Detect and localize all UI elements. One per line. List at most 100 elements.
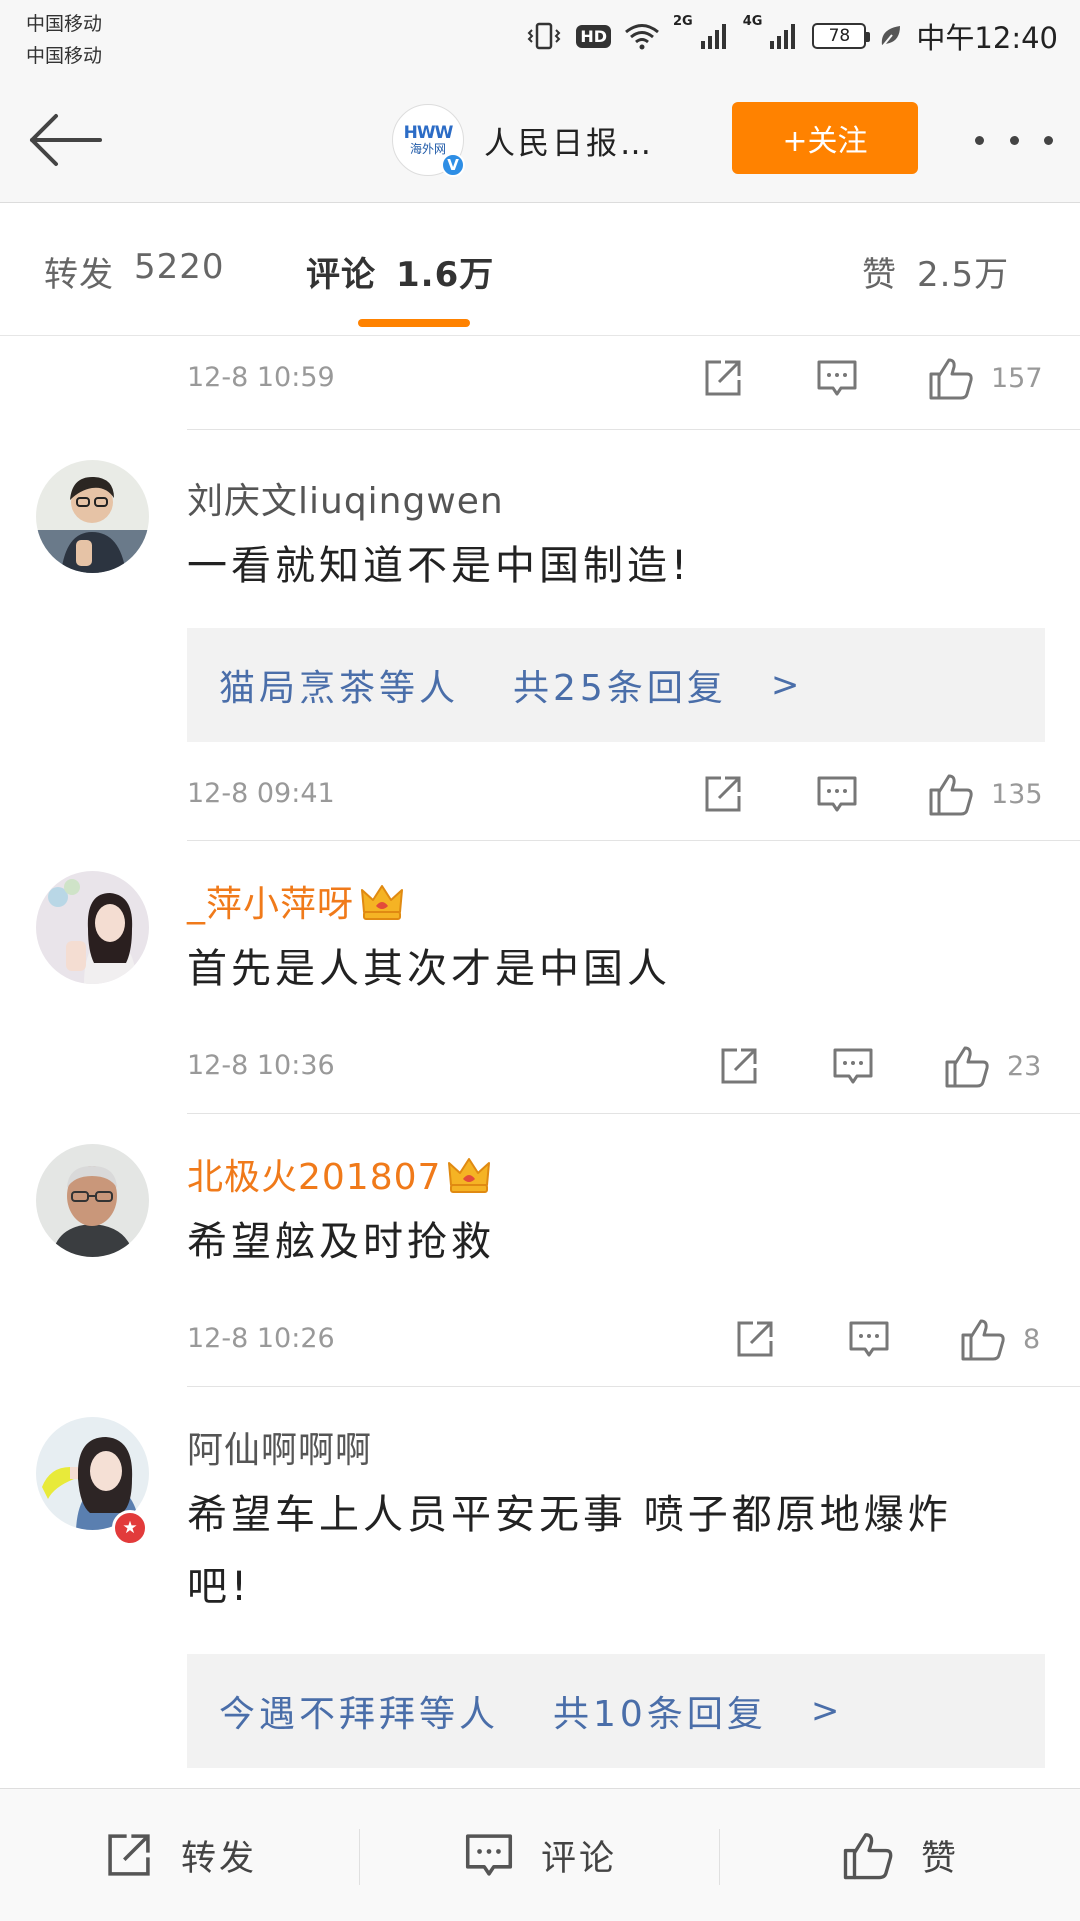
wifi-icon <box>623 21 661 51</box>
comment-button[interactable]: 评论 <box>360 1789 720 1921</box>
tab-repost-label: 转发 <box>44 255 114 295</box>
nav-bar: HWW 海外网 V 人民日报… +关注 <box>0 80 1080 203</box>
comment-time: 12-8 09:41 <box>187 778 335 809</box>
thumbs-up-icon <box>945 1046 989 1088</box>
reply-comment-icon[interactable] <box>815 352 859 404</box>
comment-text: 希望车上人员平安无事 喷子都原地爆炸吧! <box>187 1492 952 1610</box>
vip-crown-icon <box>447 1155 491 1204</box>
carrier-info: 中国移动 中国移动 <box>26 8 102 72</box>
repost-icon <box>108 1834 150 1876</box>
tab-bar: 转发 5220 评论 1.6万 赞 2.5万 <box>0 203 1080 336</box>
repost-comment-icon[interactable] <box>701 352 745 404</box>
follow-button[interactable]: +关注 <box>732 102 918 174</box>
tab-comments-label: 评论 <box>306 255 376 295</box>
like-comment-button[interactable]: 23 <box>943 1040 1041 1092</box>
repost-label: 转发 <box>180 1838 257 1879</box>
reply-comment-icon[interactable] <box>831 1040 875 1092</box>
replies-preview[interactable]: 今遇不拜拜等人 共10条回复 > <box>187 1654 1045 1768</box>
comment-icon <box>465 1834 513 1876</box>
signal-icon-2 <box>768 21 800 51</box>
like-label: 赞 <box>920 1838 959 1879</box>
comment-item: 北极火201807 希望舷及时抢救 12-8 10:26 8 <box>0 1114 1080 1386</box>
replies-count: 共25条回复 <box>513 668 727 709</box>
reply-comment-icon[interactable] <box>847 1313 891 1365</box>
comment-username[interactable]: 阿仙啊啊啊 <box>187 1421 372 1473</box>
tab-comments[interactable]: 评论 1.6万 <box>306 247 494 296</box>
carrier-1: 中国移动 <box>26 13 103 35</box>
status-bar: 中国移动 中国移动 HD 2G 4G 78 中午12:40 <box>0 0 1080 80</box>
account-name: 人民日报… <box>484 125 654 162</box>
tab-likes-count: 2.5万 <box>917 255 1010 295</box>
repost-comment-icon[interactable] <box>701 768 745 820</box>
tab-likes-label: 赞 <box>862 255 897 295</box>
avatar[interactable] <box>36 871 149 984</box>
replies-users: 今遇不拜拜等人 <box>219 1694 500 1735</box>
vip-crown-icon <box>360 882 404 931</box>
bottom-action-bar: 转发 评论 赞 <box>0 1788 1080 1921</box>
avatar[interactable] <box>36 460 149 573</box>
comment-label: 评论 <box>540 1838 617 1879</box>
more-options-icon[interactable] <box>975 120 1053 160</box>
network-2g: 2G <box>672 14 693 29</box>
thumbs-up-icon <box>929 774 973 816</box>
comment-item: _萍小萍呀 首先是人其次才是中国人 12-8 10:36 23 <box>0 841 1080 1113</box>
account-avatar: HWW 海外网 V <box>392 104 465 177</box>
comment-username-text: 北极火201807 <box>187 1157 442 1198</box>
tab-repost[interactable]: 转发 5220 <box>44 247 225 296</box>
comment-username[interactable]: _萍小萍呀 <box>187 875 404 931</box>
repost-comment-icon[interactable] <box>733 1313 777 1365</box>
tab-comments-count: 1.6万 <box>396 255 495 295</box>
chevron-right-icon: > <box>810 1691 840 1731</box>
replies-users: 猫局烹茶等人 <box>219 668 460 709</box>
verified-badge: V <box>441 153 465 177</box>
tab-repost-count: 5220 <box>134 247 225 287</box>
thumbs-up-icon <box>929 358 973 400</box>
battery-icon: 78 <box>812 23 871 49</box>
like-count: 23 <box>1007 1050 1042 1082</box>
like-count: 157 <box>991 362 1043 394</box>
like-comment-button[interactable]: 157 <box>927 352 1043 404</box>
like-count: 135 <box>991 778 1043 810</box>
logo-text: HWW <box>403 123 454 143</box>
back-button[interactable] <box>26 108 106 172</box>
comment-text: 一看就知道不是中国制造! <box>187 543 692 589</box>
leaf-icon <box>878 23 902 49</box>
like-button[interactable]: 赞 <box>720 1789 1080 1921</box>
status-icons: HD 2G 4G 78 中午12:40 <box>524 14 1058 58</box>
like-comment-button[interactable]: 135 <box>927 768 1043 820</box>
carrier-2: 中国移动 <box>26 45 103 67</box>
signal-icon-1 <box>699 21 731 51</box>
replies-count: 共10条回复 <box>553 1694 767 1735</box>
replies-preview[interactable]: 猫局烹茶等人 共25条回复 > <box>187 628 1045 742</box>
network-4g: 4G <box>742 14 763 29</box>
back-arrow-icon <box>30 114 102 166</box>
clock: 中午12:40 <box>916 21 1058 55</box>
comment-text: 希望舷及时抢救 <box>187 1219 495 1265</box>
reply-comment-icon[interactable] <box>815 768 859 820</box>
comment-text: 首先是人其次才是中国人 <box>187 946 671 992</box>
comment-time: 12-8 10:36 <box>187 1050 335 1081</box>
avatar[interactable] <box>36 1144 149 1257</box>
comment-username[interactable]: 北极火201807 <box>187 1148 491 1204</box>
comment-item: ★ 阿仙啊啊啊 希望车上人员平安无事 喷子都原地爆炸吧! 今遇不拜拜等人 共10… <box>0 1387 1080 1787</box>
tab-likes[interactable]: 赞 2.5万 <box>862 247 1009 296</box>
star-badge-icon: ★ <box>112 1510 148 1546</box>
chevron-right-icon: > <box>770 665 800 705</box>
comment-meta-row: 12-8 10:59 157 <box>187 334 1080 424</box>
like-comment-button[interactable]: 8 <box>959 1313 1040 1365</box>
thumbs-up-icon <box>961 1319 1005 1361</box>
comment-username[interactable]: 刘庆文liuqingwen <box>187 472 504 524</box>
vibrate-icon <box>524 21 564 51</box>
repost-comment-icon[interactable] <box>717 1040 761 1092</box>
repost-button[interactable]: 转发 <box>0 1789 360 1921</box>
hd-icon: HD <box>576 24 611 48</box>
like-count: 8 <box>1023 1323 1041 1355</box>
account-header[interactable]: HWW 海外网 V 人民日报… <box>392 102 654 178</box>
comment-username-text: _萍小萍呀 <box>187 884 355 925</box>
comment-meta-row: 12-8 10:26 8 <box>187 1295 1080 1385</box>
comment-item: 刘庆文liuqingwen 一看就知道不是中国制造! 猫局烹茶等人 共25条回复… <box>0 430 1080 840</box>
thumbs-up-icon <box>843 1833 893 1880</box>
comment-meta-row: 12-8 10:36 23 <box>187 1022 1080 1112</box>
comment-time: 12-8 10:59 <box>187 362 335 393</box>
logo-subtext: 海外网 <box>409 142 446 156</box>
